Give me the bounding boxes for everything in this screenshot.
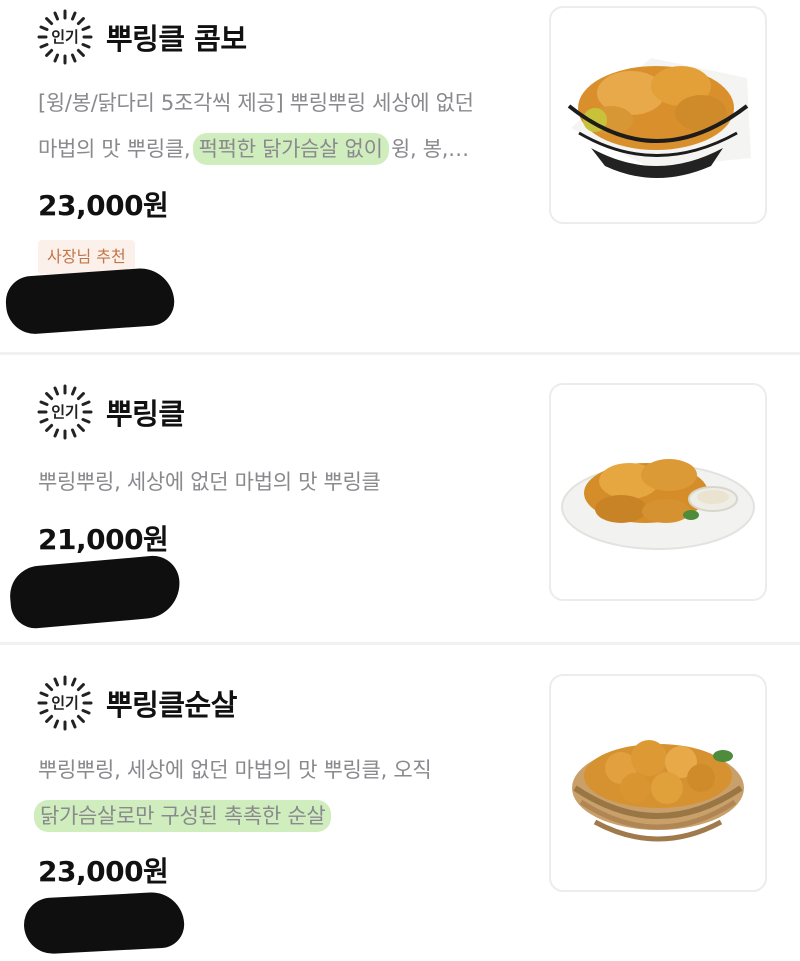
item-title-row: 인기 뿌링클순살 [36, 674, 237, 732]
item-image[interactable] [549, 674, 767, 892]
item-title-row: 인기 뿌링클 [36, 383, 185, 441]
item-name[interactable]: 뿌링클 [106, 391, 185, 433]
fried-chicken-basket-icon [567, 58, 751, 178]
item-description: 뿌링뿌링, 세상에 없던 마법의 맛 뿌링클, 오직 닭가슴살로만 구성된 촉촉… [34, 747, 538, 839]
menu-item[interactable]: 인기 뿌링클 뿌링뿌링, 세상에 없던 마법의 맛 뿌링클 21,000원 [0, 355, 800, 642]
desc-text: 마법의 맛 뿌링클, [38, 137, 197, 161]
item-name[interactable]: 뿌링클순살 [106, 682, 237, 724]
item-price: 23,000원 [38, 855, 169, 888]
item-image[interactable] [549, 383, 767, 601]
item-price: 21,000원 [38, 523, 169, 556]
menu-item[interactable]: 인기 뿌링클 콤보 [윙/봉/닭다리 5조각씩 제공] 뿌링뿌링 세상에 없던 … [0, 0, 800, 352]
desc-line: [윙/봉/닭다리 5조각씩 제공] 뿌링뿌링 세상에 없던 [38, 91, 474, 115]
boneless-chicken-basket-icon [572, 740, 744, 842]
popular-badge: 인기 [36, 674, 94, 732]
popular-badge: 인기 [36, 8, 94, 66]
item-name[interactable]: 뿌링클 콤보 [106, 16, 247, 58]
menu-item[interactable]: 인기 뿌링클순살 뿌링뿌링, 세상에 없던 마법의 맛 뿌링클, 오직 닭가슴살… [0, 645, 800, 961]
badge-label: 인기 [51, 403, 79, 421]
fried-chicken-plate-icon [561, 459, 755, 550]
highlighted-text: 퍽퍽한 닭가슴살 없이 [192, 133, 389, 165]
desc-line: 뿌링뿌링, 세상에 없던 마법의 맛 뿌링클, 오직 [38, 758, 432, 782]
item-description: 뿌링뿌링, 세상에 없던 마법의 맛 뿌링클 [38, 459, 538, 505]
item-price: 23,000원 [38, 189, 169, 222]
desc-text: 윙, 봉,… [384, 137, 469, 161]
desc-line: 뿌링뿌링, 세상에 없던 마법의 맛 뿌링클 [38, 470, 381, 494]
item-description: [윙/봉/닭다리 5조각씩 제공] 뿌링뿌링 세상에 없던 마법의 맛 뿌링클,… [38, 80, 538, 172]
item-image[interactable] [549, 6, 767, 224]
redaction-mark [22, 890, 186, 956]
redaction-mark [4, 266, 176, 336]
redaction-mark [7, 553, 183, 631]
item-title-row: 인기 뿌링클 콤보 [36, 8, 247, 66]
highlighted-text: 닭가슴살로만 구성된 촉촉한 순살 [34, 800, 332, 832]
badge-label: 인기 [51, 28, 79, 46]
popular-badge: 인기 [36, 383, 94, 441]
desc-line: 마법의 맛 뿌링클, 퍽퍽한 닭가슴살 없이 윙, 봉,… [38, 126, 538, 172]
desc-line: 닭가슴살로만 구성된 촉촉한 순살 [34, 793, 538, 839]
badge-label: 인기 [51, 694, 79, 712]
